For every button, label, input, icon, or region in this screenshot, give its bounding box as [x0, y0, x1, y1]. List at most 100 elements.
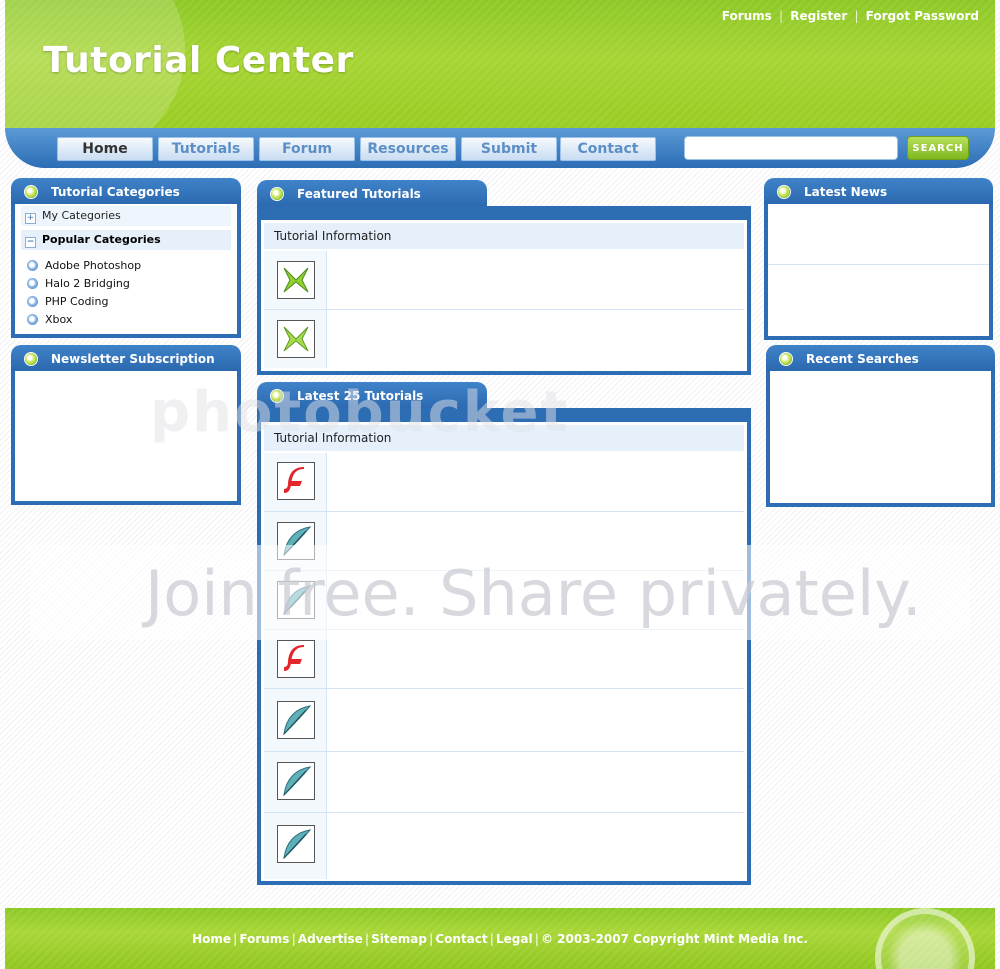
- nav-tutorials[interactable]: Tutorials: [158, 137, 254, 161]
- xbox-icon: [277, 320, 315, 358]
- main-nav: Home Tutorials Forum Resources Submit Co…: [5, 128, 995, 168]
- icon-cell: [264, 512, 327, 570]
- popular-categories-row[interactable]: − Popular Categories: [21, 230, 231, 250]
- table-row[interactable]: [264, 251, 744, 310]
- collapse-icon[interactable]: −: [25, 237, 36, 248]
- featured-content: Tutorial Information: [257, 216, 751, 375]
- category-item[interactable]: Xbox: [27, 312, 72, 328]
- table-row[interactable]: [264, 813, 744, 879]
- bullet-icon: [778, 186, 790, 198]
- divider: [768, 264, 989, 265]
- category-label: Halo 2 Bridging: [45, 277, 130, 290]
- flash-icon: [277, 462, 315, 500]
- top-links: Forums | Register | Forgot Password: [722, 9, 979, 23]
- icon-cell: [264, 571, 327, 629]
- categories-title: Tutorial Categories: [51, 185, 180, 199]
- icon-cell: [264, 630, 327, 688]
- search-button[interactable]: SEARCH: [907, 136, 969, 160]
- category-label: PHP Coding: [45, 295, 109, 308]
- footer-link-contact[interactable]: Contact: [435, 932, 487, 946]
- latest-news-panel: Latest News: [764, 178, 993, 340]
- separator: |: [291, 932, 296, 946]
- category-label: Xbox: [45, 313, 73, 326]
- searches-title: Recent Searches: [806, 352, 919, 366]
- nav-contact[interactable]: Contact: [560, 137, 656, 161]
- feather-icon: [277, 522, 315, 560]
- searches-body: [766, 371, 995, 507]
- latest-title: Latest 25 Tutorials: [297, 389, 424, 403]
- nav-forum[interactable]: Forum: [259, 137, 355, 161]
- forums-link[interactable]: Forums: [722, 9, 772, 23]
- popular-categories-label: Popular Categories: [42, 233, 161, 246]
- bullet-icon: [27, 278, 38, 289]
- bullet-icon: [27, 260, 38, 271]
- separator: |: [489, 932, 495, 946]
- footer-links: Home | Forums | Advertise | Sitemap | Contact | Le…: [5, 932, 995, 946]
- tab-bar: [257, 206, 751, 216]
- header-banner: Tutorial Center Forums | Register | Forg…: [5, 0, 995, 130]
- table-row[interactable]: [264, 630, 744, 689]
- panel-header: Tutorial Categories: [11, 178, 241, 206]
- feather-icon: [277, 825, 315, 863]
- site-logo[interactable]: Tutorial Center: [43, 40, 354, 81]
- icon-cell: [264, 310, 327, 368]
- expand-icon[interactable]: +: [25, 213, 36, 224]
- bullet-icon: [27, 314, 38, 325]
- panel-header: Recent Searches: [766, 345, 995, 373]
- category-item[interactable]: Adobe Photoshop: [27, 258, 141, 274]
- my-categories-label: My Categories: [42, 209, 121, 222]
- latest-content: Tutorial Information: [257, 418, 751, 885]
- category-item[interactable]: PHP Coding: [27, 294, 108, 310]
- footer-link-legal[interactable]: Legal: [496, 932, 533, 946]
- copyright: © 2003-2007 Copyright Mint Media Inc.: [541, 932, 808, 946]
- bullet-icon: [25, 186, 37, 198]
- search-input[interactable]: [684, 136, 898, 160]
- table-row[interactable]: [264, 512, 744, 571]
- footer-link-advertise[interactable]: Advertise: [298, 932, 363, 946]
- footer-link-sitemap[interactable]: Sitemap: [371, 932, 427, 946]
- newsletter-body: [11, 371, 241, 505]
- nav-submit[interactable]: Submit: [461, 137, 557, 161]
- footer-link-home[interactable]: Home: [192, 932, 231, 946]
- table-row[interactable]: [264, 453, 744, 512]
- feather-icon: [277, 701, 315, 739]
- bullet-icon: [780, 353, 792, 365]
- icon-cell: [264, 813, 327, 879]
- categories-panel: Tutorial Categories + My Categories − Popu…: [11, 178, 241, 338]
- nav-home[interactable]: Home: [57, 137, 153, 161]
- categories-body: + My Categories − Popular Categories Adobe…: [11, 204, 241, 338]
- icon-cell: [264, 689, 327, 751]
- featured-tutorials-panel: Featured Tutorials Tutorial Information: [257, 180, 751, 375]
- table-row[interactable]: [264, 689, 744, 752]
- separator: |: [778, 9, 784, 23]
- table-row[interactable]: [264, 571, 744, 630]
- newsletter-title: Newsletter Subscription: [51, 352, 215, 366]
- separator: |: [854, 9, 859, 23]
- featured-title: Featured Tutorials: [297, 187, 421, 201]
- register-link[interactable]: Register: [790, 9, 847, 23]
- newsletter-panel: Newsletter Subscription: [11, 345, 241, 505]
- footer-link-forums[interactable]: Forums: [239, 932, 289, 946]
- bullet-icon: [271, 188, 283, 200]
- recent-searches-panel: Recent Searches: [766, 345, 995, 507]
- bullet-icon: [27, 296, 38, 307]
- category-label: Adobe Photoshop: [45, 259, 142, 272]
- info-header: Tutorial Information: [264, 425, 744, 451]
- panel-header: Latest News: [764, 178, 993, 206]
- latest-tutorials-panel: Latest 25 Tutorials Tutorial Information: [257, 382, 751, 885]
- forgot-password-link[interactable]: Forgot Password: [866, 9, 979, 23]
- news-title: Latest News: [804, 185, 888, 199]
- category-item[interactable]: Halo 2 Bridging: [27, 276, 130, 292]
- tab-bar: [257, 408, 751, 418]
- feather-icon: [277, 581, 315, 619]
- nav-resources[interactable]: Resources: [360, 137, 456, 161]
- icon-cell: [264, 752, 327, 812]
- info-header: Tutorial Information: [264, 223, 744, 249]
- separator: |: [534, 932, 539, 946]
- separator: |: [364, 932, 370, 946]
- table-row[interactable]: [264, 752, 744, 813]
- table-row[interactable]: [264, 310, 744, 368]
- footer: Home | Forums | Advertise | Sitemap | Contact | Le…: [5, 908, 995, 969]
- my-categories-row[interactable]: + My Categories: [21, 206, 231, 226]
- xbox-icon: [277, 261, 315, 299]
